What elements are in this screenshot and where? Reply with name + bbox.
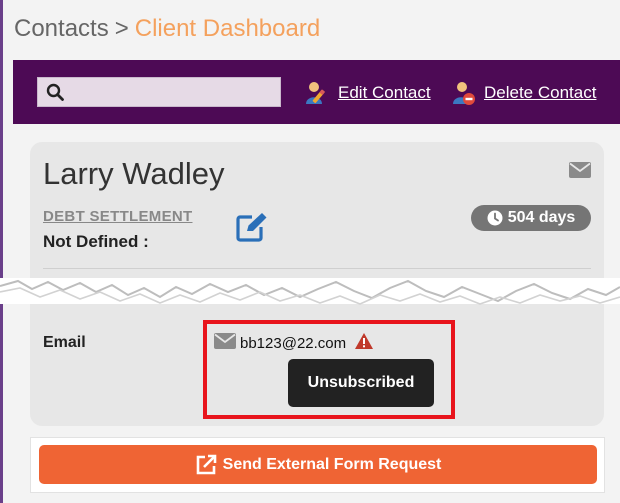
search-box[interactable] bbox=[37, 77, 281, 107]
breadcrumb-root[interactable]: Contacts bbox=[14, 15, 109, 42]
search-input[interactable] bbox=[70, 80, 276, 104]
program-status: Not Defined : bbox=[43, 232, 149, 251]
contact-name: Larry Wadley bbox=[43, 156, 225, 191]
days-label: 504 days bbox=[507, 209, 576, 226]
window-border bbox=[0, 0, 3, 503]
edit-icon[interactable] bbox=[236, 212, 268, 247]
email-value[interactable]: bb123@22.com bbox=[240, 335, 346, 352]
email-label: Email bbox=[43, 334, 86, 351]
unsubscribed-tooltip: Unsubscribed bbox=[288, 359, 434, 407]
edit-contact-link[interactable]: Edit Contact bbox=[304, 80, 431, 106]
envelope-icon[interactable] bbox=[214, 333, 236, 354]
delete-contact-link[interactable]: Delete Contact bbox=[452, 80, 596, 106]
edit-contact-label: Edit Contact bbox=[338, 83, 431, 102]
search-icon bbox=[46, 83, 64, 106]
breadcrumb-current: Client Dashboard bbox=[134, 15, 321, 42]
email-row: bb123@22.com bbox=[214, 332, 374, 355]
breadcrumb: Contacts > Client Dashboard bbox=[14, 15, 320, 43]
warning-icon[interactable] bbox=[354, 332, 374, 355]
clock-icon bbox=[487, 210, 503, 226]
days-badge: 504 days bbox=[471, 205, 591, 231]
torn-edge-divider bbox=[0, 278, 620, 305]
send-external-form-label: Send External Form Request bbox=[222, 455, 442, 473]
envelope-icon[interactable] bbox=[569, 162, 591, 183]
breadcrumb-separator: > bbox=[114, 15, 129, 42]
delete-contact-label: Delete Contact bbox=[484, 83, 597, 102]
delete-contact-icon bbox=[453, 82, 475, 105]
program-link[interactable]: DEBT SETTLEMENT bbox=[43, 208, 193, 225]
edit-contact-icon bbox=[306, 82, 326, 104]
send-external-form-button[interactable]: Send External Form Request bbox=[39, 445, 597, 484]
external-link-icon bbox=[196, 454, 216, 474]
card-divider bbox=[43, 268, 591, 269]
